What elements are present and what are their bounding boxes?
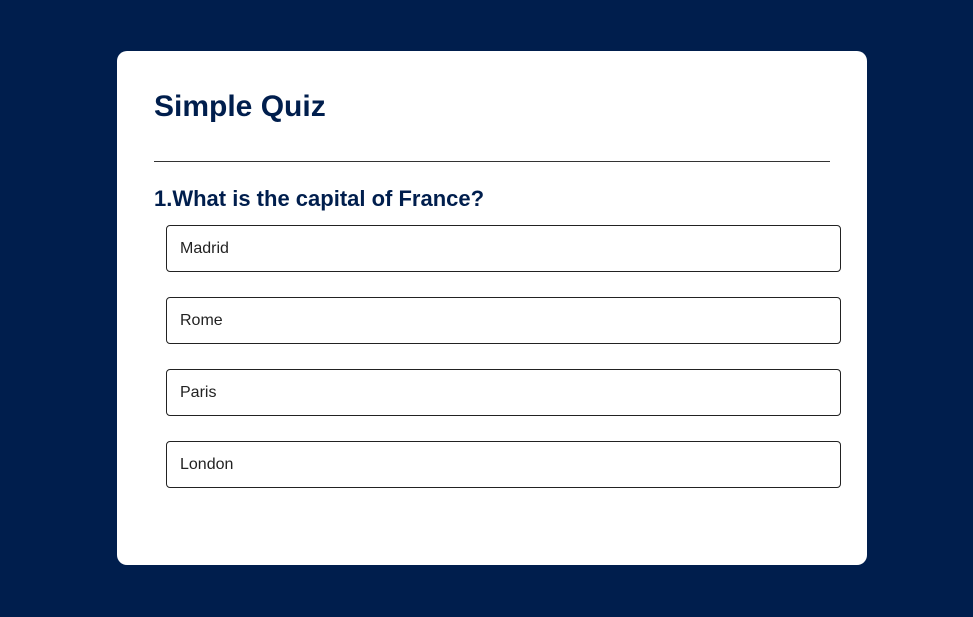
answer-button-madrid[interactable]: Madrid	[166, 225, 841, 272]
answer-button-rome[interactable]: Rome	[166, 297, 841, 344]
quiz-card: Simple Quiz 1.What is the capital of Fra…	[117, 51, 867, 565]
answer-button-london[interactable]: London	[166, 441, 841, 488]
answer-buttons: Madrid Rome Paris London	[166, 225, 841, 488]
answer-button-paris[interactable]: Paris	[166, 369, 841, 416]
page-title: Simple Quiz	[154, 90, 326, 123]
quiz-body: 1.What is the capital of France? Madrid …	[154, 186, 841, 488]
question-text: 1.What is the capital of France?	[154, 186, 485, 211]
title-divider	[154, 161, 830, 162]
